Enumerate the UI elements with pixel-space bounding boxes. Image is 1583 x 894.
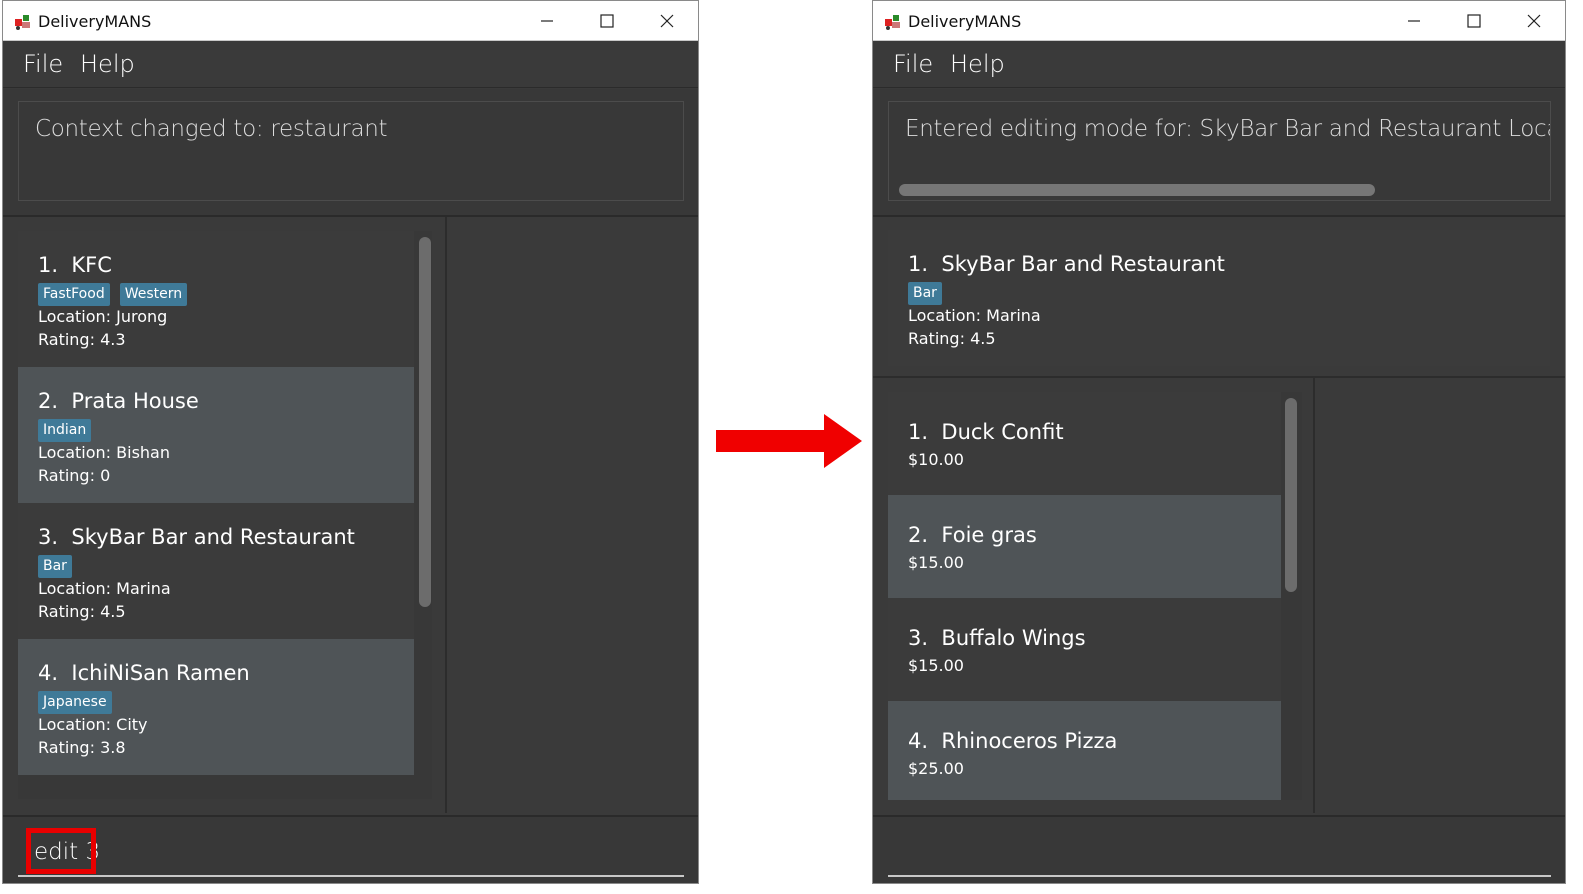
restaurant-location: Location: Marina [38,579,171,598]
food-price: $25.00 [908,759,964,778]
close-button[interactable] [1511,1,1557,41]
restaurant-rating: Rating: 0 [38,466,111,485]
menu-bar: File Help [3,41,698,88]
close-icon [660,14,674,28]
food-price: $10.00 [908,450,964,469]
maximize-icon [1467,14,1481,28]
tag: Bar [38,555,72,578]
app-icon [885,15,900,30]
restaurant-rating: Rating: 3.8 [38,738,126,757]
maximize-button[interactable] [584,1,630,41]
list-item[interactable]: 2. Prata House Indian Location: Bishan R… [18,367,414,503]
arrow-right-icon [716,414,862,468]
restaurant-rating: Rating: 4.5 [38,602,126,621]
list-item[interactable]: 3. SkyBar Bar and Restaurant Bar Locatio… [18,503,414,639]
panel-divider[interactable] [445,217,447,813]
list-item[interactable]: 4. Rhinoceros Pizza $25.00 [888,701,1281,800]
minimize-button[interactable] [524,1,570,41]
result-display[interactable]: Entered editing mode for: SkyBar Bar and… [888,101,1551,201]
food-price: $15.00 [908,656,964,675]
food-name: 3. Buffalo Wings [908,626,1086,650]
command-box: edit 3 [3,815,698,883]
restaurant-location: Location: Marina [908,306,1041,325]
restaurant-rating: Rating: 4.5 [908,329,996,348]
tag-list: Bar [38,555,72,578]
result-message: Entered editing mode for: SkyBar Bar and… [905,116,1550,142]
list-item[interactable]: 1. Duck Confit $10.00 [888,392,1281,495]
restaurant-name: 4. IchiNiSan Ramen [38,661,250,685]
app-icon [15,15,30,30]
title-bar[interactable]: DeliveryMANS [873,1,1565,41]
list-item[interactable]: 2. Foie gras $15.00 [888,495,1281,598]
list-item[interactable]: 4. IchiNiSan Ramen Japanese Location: Ci… [18,639,414,775]
tag: Bar [908,282,942,305]
menu-help[interactable]: Help [80,50,135,78]
result-message: Context changed to: restaurant [35,116,388,142]
result-display-area: Context changed to: restaurant [3,89,698,217]
tag-list: Bar [908,282,942,305]
tag-list: Indian [38,419,92,442]
title-bar[interactable]: DeliveryMANS [3,1,698,41]
restaurant-location: Location: Jurong [38,307,168,326]
window-title: DeliveryMANS [908,12,1022,31]
command-highlight-box [26,828,96,874]
food-name: 2. Foie gras [908,523,1037,547]
menu-file[interactable]: File [23,50,63,78]
maximize-button[interactable] [1451,1,1497,41]
restaurant-name: 1. SkyBar Bar and Restaurant [908,252,1225,276]
selected-restaurant-card: 1. SkyBar Bar and Restaurant Bar Locatio… [888,230,1550,366]
list-item[interactable]: 1. KFC FastFood Western Location: Jurong… [18,231,414,367]
list-item[interactable]: 3. Buffalo Wings $15.00 [888,598,1281,701]
minimize-icon [1408,20,1420,22]
result-display[interactable]: Context changed to: restaurant [18,101,684,201]
list-scrollbar[interactable] [419,237,431,607]
result-display-area: Entered editing mode for: SkyBar Bar and… [873,89,1565,217]
list-scrollbar[interactable] [1285,398,1297,592]
tag: Japanese [38,691,112,714]
tag: FastFood [38,283,110,306]
food-price: $15.00 [908,553,964,572]
tag-list: Japanese [38,691,112,714]
menu-bar: File Help [873,41,1565,88]
close-icon [1527,14,1541,28]
close-button[interactable] [644,1,690,41]
section-divider [873,376,1565,378]
food-name: 4. Rhinoceros Pizza [908,729,1118,753]
minimize-icon [541,20,553,22]
restaurant-name: 1. KFC [38,253,112,277]
left-window: DeliveryMANS File Help Context changed t… [2,0,699,884]
command-input-underline [18,875,684,877]
restaurant-name: 3. SkyBar Bar and Restaurant [38,525,355,549]
command-box [873,815,1565,883]
food-name: 1. Duck Confit [908,420,1064,444]
menu-help[interactable]: Help [950,50,1005,78]
tag: Indian [38,419,92,442]
right-window: DeliveryMANS File Help Entered editing m… [872,0,1566,884]
restaurant-list[interactable]: 1. KFC FastFood Western Location: Jurong… [18,231,432,799]
command-input-underline [888,875,1551,877]
restaurant-name: 2. Prata House [38,389,199,413]
window-title: DeliveryMANS [38,12,152,31]
restaurant-location: Location: City [38,715,148,734]
tag: Western [119,283,188,306]
food-list[interactable]: 1. Duck Confit $10.00 2. Foie gras $15.0… [888,392,1302,800]
menu-file[interactable]: File [893,50,933,78]
result-horizontal-scrollbar[interactable] [899,184,1375,196]
restaurant-location: Location: Bishan [38,443,170,462]
tag-list: FastFood Western [38,283,188,306]
restaurant-rating: Rating: 4.3 [38,330,126,349]
maximize-icon [600,14,614,28]
panel-divider[interactable] [1313,378,1315,813]
minimize-button[interactable] [1391,1,1437,41]
